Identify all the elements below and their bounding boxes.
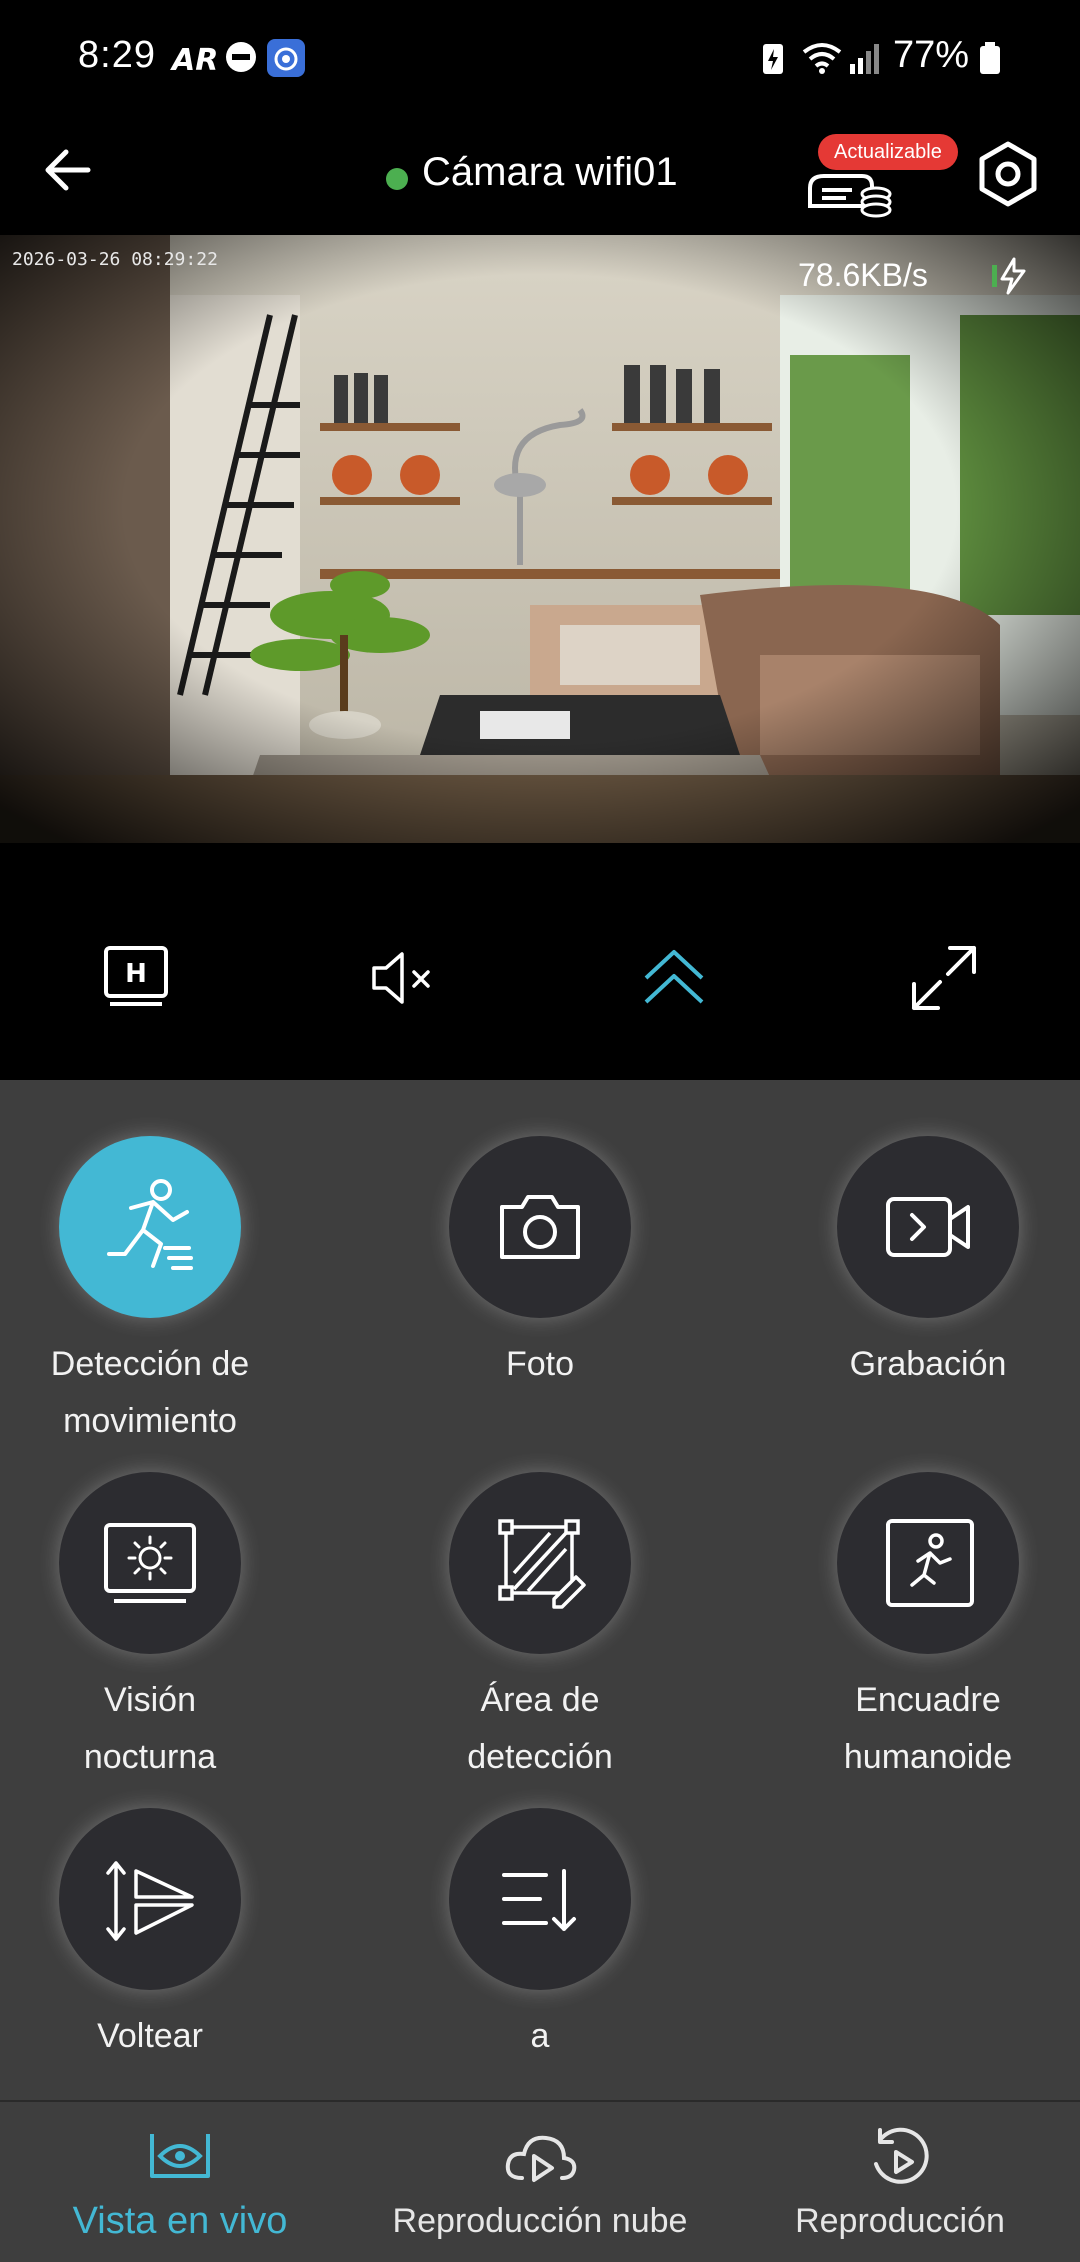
nav-cloud-playback[interactable]: Reproducción nube	[360, 2102, 720, 2262]
detection-area-button[interactable]: Área de detección	[350, 1472, 730, 1786]
recording-label: Grabación	[849, 1345, 1007, 1383]
status-time: 8:29	[78, 34, 156, 76]
humanoid-frame-label: Encuadre humanoide	[843, 1681, 1013, 1776]
cloud-playback-icon	[505, 2135, 577, 2182]
detection-area-icon	[498, 1519, 586, 1609]
detection-area-label: Área de detección	[467, 1681, 613, 1776]
sort-button[interactable]: a	[350, 1808, 730, 2065]
night-vision-label: Visión nocturna	[83, 1681, 217, 1776]
bottom-navigation: Vista en vivo Reproducción nube Reproduc…	[0, 2100, 1080, 2262]
camera-icon	[500, 1195, 580, 1259]
record-video-icon	[886, 1197, 970, 1257]
flip-button[interactable]: Voltear	[0, 1808, 340, 2065]
flip-icon	[106, 1861, 194, 1941]
status-bar: 8:29 AR 77%	[0, 0, 1080, 110]
bitrate-indicator: 78.6KB/s	[798, 257, 928, 293]
hd-quality-icon[interactable]: H	[96, 938, 176, 1018]
playback-icon	[874, 2127, 929, 2184]
night-vision-button[interactable]: Visión nocturna	[0, 1472, 340, 1786]
video-control-bar: H	[0, 843, 1080, 1080]
wifi-icon	[802, 43, 842, 74]
app-header: Cámara wifi01 Actualizable	[0, 110, 1080, 235]
humanoid-frame-icon	[886, 1519, 974, 1607]
photo-button[interactable]: Foto	[350, 1136, 730, 1393]
nav-cloud-playback-label: Reproducción nube	[392, 2202, 688, 2240]
live-view-eye-icon	[150, 2134, 210, 2178]
battery-saver-icon	[763, 44, 783, 74]
flip-circle[interactable]	[59, 1808, 241, 1990]
nav-playback-label: Reproducción	[795, 2202, 1005, 2240]
photo-circle[interactable]	[449, 1136, 631, 1318]
sort-label: a	[530, 2017, 550, 2055]
motion-detection-label: Detección de movimiento	[50, 1345, 250, 1440]
online-status-dot	[386, 168, 408, 190]
night-vision-icon	[104, 1523, 196, 1603]
svg-text:H: H	[125, 959, 147, 989]
ar-icon: AR	[170, 43, 218, 76]
battery-percentage: 77%	[893, 34, 970, 76]
sort-icon	[502, 1869, 576, 1931]
nav-playback[interactable]: Reproducción	[720, 2102, 1080, 2262]
detection-area-circle[interactable]	[449, 1472, 631, 1654]
battery-icon	[980, 42, 1000, 74]
photo-label: Foto	[505, 1345, 575, 1383]
live-camera-feed-image	[0, 235, 1080, 843]
recording-button[interactable]: Grabación	[738, 1136, 1080, 1393]
nav-live-view[interactable]: Vista en vivo	[0, 2102, 360, 2262]
mute-icon[interactable]	[364, 938, 444, 1018]
flip-label: Voltear	[97, 2017, 203, 2055]
svg-text:AR: AR	[170, 43, 218, 76]
motion-detection-circle[interactable]	[59, 1136, 241, 1318]
camera-battery-charging-icon	[992, 257, 1026, 295]
update-available-badge[interactable]: Actualizable	[818, 134, 958, 170]
camera-app-notification-icon	[267, 39, 305, 77]
motion-detection-button[interactable]: Detección de movimiento	[0, 1136, 340, 1450]
do-not-disturb-icon	[226, 42, 256, 72]
back-arrow-icon[interactable]	[38, 140, 98, 200]
humanoid-frame-circle[interactable]	[837, 1472, 1019, 1654]
night-vision-circle[interactable]	[59, 1472, 241, 1654]
signal-icon	[850, 44, 879, 74]
video-timestamp: 2026-03-26 08:29:22	[12, 249, 218, 270]
motion-detection-icon	[107, 1179, 193, 1270]
function-panel: Detección de movimiento Foto Grabación V…	[0, 1080, 1080, 2100]
fullscreen-icon[interactable]	[904, 938, 984, 1018]
humanoid-frame-button[interactable]: Encuadre humanoide	[738, 1472, 1080, 1786]
live-video-view[interactable]: 2026-03-26 08:29:22 78.6KB/s	[0, 235, 1080, 843]
collapse-up-icon[interactable]	[634, 938, 714, 1018]
settings-gear-icon[interactable]	[972, 138, 1044, 210]
sort-circle[interactable]	[449, 1808, 631, 1990]
camera-name-title: Cámara wifi01	[422, 150, 678, 194]
nav-live-view-label: Vista en vivo	[72, 2200, 288, 2242]
recording-circle[interactable]	[837, 1136, 1019, 1318]
